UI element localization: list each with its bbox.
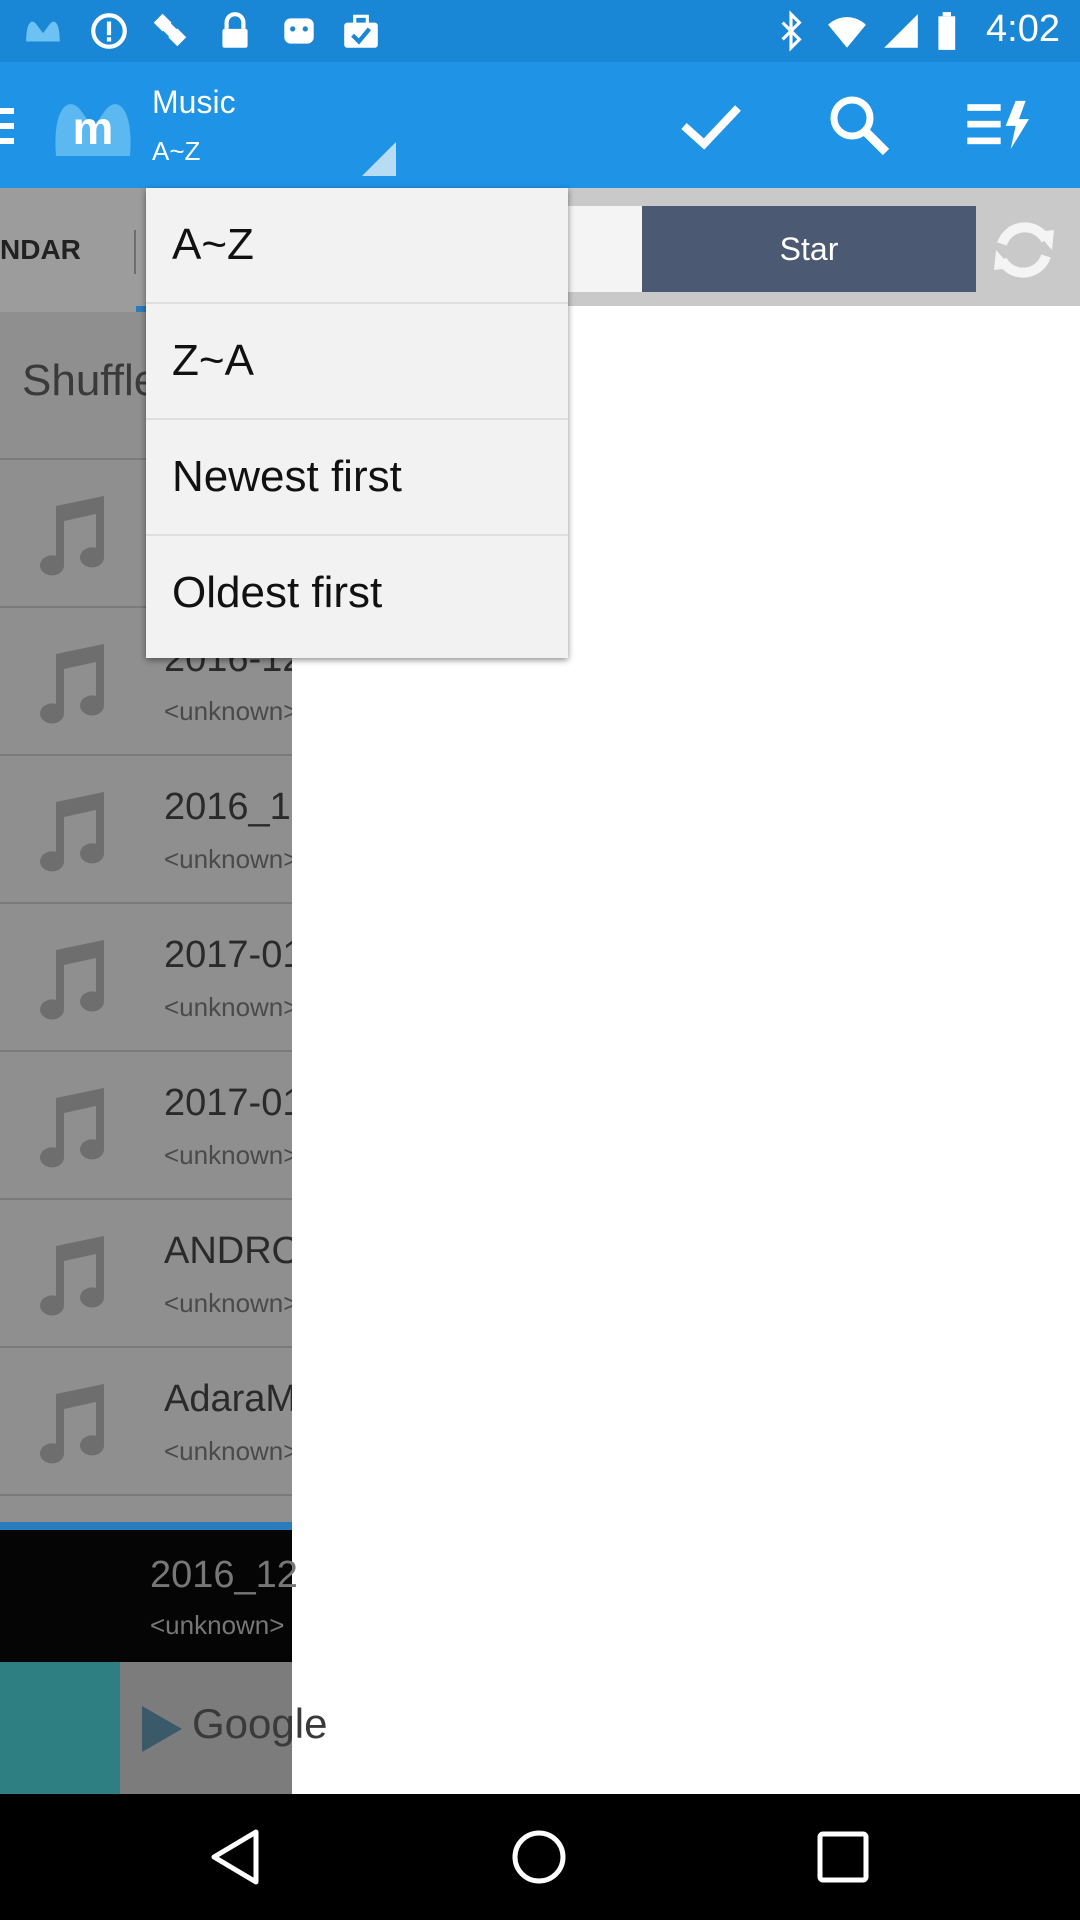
sort-option-label: Oldest first — [172, 568, 383, 617]
sort-option-label: A~Z — [172, 220, 254, 269]
tab-calendar[interactable]: NDAR — [0, 234, 81, 266]
check-icon[interactable] — [676, 90, 746, 160]
list-item-title: 2017-01 — [164, 1082, 292, 1124]
mini-player[interactable]: 2016_12 <unknown> — [0, 1522, 298, 1662]
status-bar: 4:02 — [0, 0, 1080, 62]
page-title[interactable]: Music — [152, 84, 236, 121]
dropdown-triangle-icon[interactable] — [362, 142, 396, 176]
android-icon — [284, 18, 314, 44]
home-icon[interactable] — [506, 1824, 572, 1890]
sort-subtitle[interactable]: A~Z — [152, 136, 200, 167]
google-play-icon — [142, 1706, 182, 1752]
player-track-title: 2016_12 — [150, 1554, 298, 1596]
list-item[interactable]: 2017-01 <unknown> — [0, 1052, 292, 1200]
sort-option-z-a[interactable]: Z~A — [146, 304, 568, 420]
list-item-subtitle: <unknown> — [164, 1140, 292, 1170]
navigation-bar — [0, 1794, 1080, 1920]
list-item[interactable]: AdaraMu <unknown> — [0, 1348, 292, 1496]
list-item-subtitle: <unknown> — [164, 1436, 292, 1466]
music-note-icon — [40, 792, 104, 872]
sort-option-label: Newest first — [172, 452, 402, 501]
app-logo-icon[interactable]: m — [50, 86, 136, 166]
list-item-title: 2016_12 — [164, 786, 292, 828]
app-m-icon — [26, 21, 60, 42]
music-note-icon — [40, 496, 104, 576]
list-item-subtitle: <unknown> — [164, 844, 292, 874]
briefcase-check-icon — [344, 14, 378, 48]
queue-icon[interactable] — [964, 90, 1034, 160]
lock-icon — [222, 12, 248, 48]
recents-icon[interactable] — [810, 1824, 876, 1890]
music-note-icon — [40, 644, 104, 724]
wifi-icon — [828, 17, 866, 48]
back-icon[interactable] — [204, 1824, 270, 1890]
drawer-menu-icon[interactable] — [0, 106, 14, 146]
list-item[interactable]: 2016_12 <unknown> — [0, 756, 292, 904]
list-item-subtitle: <unknown> — [164, 992, 292, 1022]
music-note-icon — [40, 1236, 104, 1316]
alert-icon — [91, 13, 127, 49]
sort-option-a-z[interactable]: A~Z — [146, 188, 568, 304]
music-note-icon — [40, 940, 104, 1020]
refresh-icon[interactable] — [984, 210, 1064, 290]
tab-divider — [134, 230, 136, 274]
action-bar: m Music A~Z — [0, 62, 1080, 188]
list-item[interactable]: 2017-01 <unknown> — [0, 904, 292, 1052]
list-item-subtitle: <unknown> — [164, 1288, 292, 1318]
list-item-title: 2017-01 — [164, 934, 292, 976]
music-note-icon — [40, 1088, 104, 1168]
list-item-title: ANDROID — [164, 1230, 292, 1272]
ad-content[interactable]: Google — [120, 1662, 327, 1794]
sort-option-label: Z~A — [172, 336, 254, 385]
satellite-icon — [153, 13, 187, 47]
sort-option-newest-first[interactable]: Newest first — [146, 420, 568, 536]
list-item-subtitle: <unknown> — [164, 696, 292, 726]
music-note-icon — [40, 1384, 104, 1464]
list-item-title: AdaraMu — [164, 1378, 292, 1420]
bluetooth-icon — [781, 10, 802, 52]
shuffle-label: Shuffle — [22, 356, 159, 405]
list-item[interactable]: ANDROID <unknown> — [0, 1200, 292, 1348]
battery-icon — [938, 12, 956, 50]
svg-text:m: m — [73, 102, 114, 154]
signal-icon — [884, 14, 918, 48]
sort-option-oldest-first[interactable]: Oldest first — [146, 536, 568, 652]
player-track-artist: <unknown> — [150, 1610, 285, 1640]
ad-text: Google — [192, 1700, 328, 1747]
sort-dropdown-menu: A~Z Z~A Newest first Oldest first — [146, 188, 568, 658]
star-button[interactable]: Star — [642, 206, 976, 292]
ad-banner[interactable]: Google — [0, 1662, 327, 1794]
status-time: 4:02 — [986, 8, 1060, 50]
search-icon[interactable] — [824, 90, 894, 160]
